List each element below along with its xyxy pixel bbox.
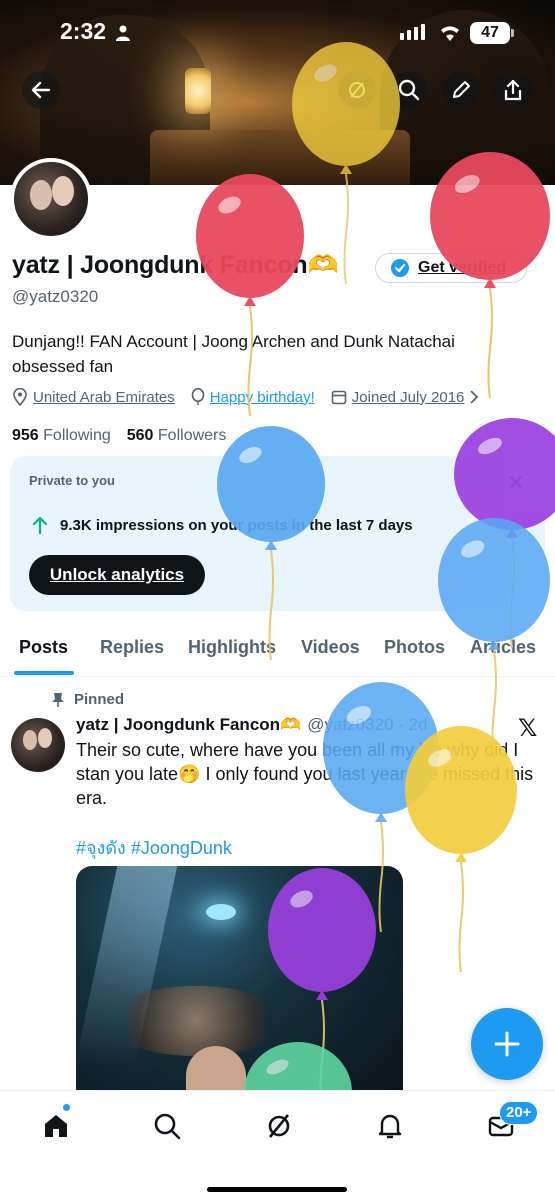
- post-avatar[interactable]: [11, 718, 65, 772]
- pin-icon: [52, 692, 64, 707]
- meta-joined[interactable]: Joined July 2016: [331, 389, 480, 406]
- balloon-icon: [191, 388, 205, 405]
- birthday-link[interactable]: Happy birthday!: [210, 389, 315, 406]
- tab-posts[interactable]: Posts: [19, 637, 68, 658]
- profile-name: yatz | Joongdunk Fancon🫶: [12, 251, 339, 279]
- grok-icon: [349, 82, 365, 98]
- unlock-analytics-button[interactable]: Unlock analytics: [29, 555, 205, 595]
- impressions-text: 9.3K impressions on your posts in the la…: [60, 516, 413, 534]
- balloon: [196, 174, 304, 417]
- back-button[interactable]: [22, 71, 60, 109]
- search-icon: [398, 79, 420, 101]
- grok-icon: [268, 1114, 290, 1138]
- following-link[interactable]: 956 Following: [12, 427, 111, 445]
- battery-indicator: 47: [470, 22, 514, 44]
- status-bar: 2:32 47: [0, 0, 555, 64]
- post-handle-time: @yatz0320 · 2d: [307, 715, 428, 734]
- back-arrow-icon: [31, 81, 51, 99]
- home-icon: [45, 1115, 67, 1137]
- active-tab-indicator: [14, 671, 74, 675]
- calendar-icon: [331, 390, 347, 405]
- messages-badge: 20+: [499, 1101, 539, 1125]
- tab-replies[interactable]: Replies: [100, 637, 164, 658]
- tab-videos[interactable]: Videos: [301, 637, 360, 658]
- profile-avatar[interactable]: [10, 158, 92, 240]
- wifi-icon: [441, 26, 459, 41]
- bottom-navigation: 20+: [0, 1090, 555, 1200]
- profile-handle: @yatz0320: [12, 287, 99, 306]
- location-text: United Arab Emirates: [33, 388, 175, 406]
- banner-table: [150, 130, 410, 185]
- pinned-indicator: Pinned: [52, 691, 124, 708]
- meta-location: United Arab Emirates: [12, 388, 175, 406]
- edit-button[interactable]: [442, 71, 480, 109]
- banner-lamp: [185, 68, 211, 114]
- pinned-label: Pinned: [74, 691, 125, 708]
- search-icon: [154, 1113, 181, 1140]
- profile-tabs: Posts Replies Highlights Videos Photos A…: [0, 629, 555, 677]
- tab-articles[interactable]: Articles: [470, 637, 536, 658]
- tab-photos[interactable]: Photos: [384, 637, 445, 658]
- post-media[interactable]: [76, 866, 403, 1106]
- followers-link[interactable]: 560 Followers: [127, 427, 227, 445]
- grok-button[interactable]: [338, 71, 376, 109]
- profile-bio: Dunjang!! FAN Account | Joong Archen and…: [12, 332, 455, 376]
- bell-icon: [378, 1114, 402, 1139]
- nav-notifications[interactable]: [373, 1109, 407, 1143]
- follow-stats: 956 Following 560 Followers: [12, 427, 226, 445]
- nav-grok[interactable]: [262, 1109, 296, 1143]
- impressions-row: 9.3K impressions on your posts in the la…: [32, 516, 413, 534]
- analytics-card: Private to you ✕ 9.3K impressions on you…: [10, 456, 545, 611]
- tab-highlights[interactable]: Highlights: [188, 637, 276, 658]
- plus-icon: [494, 1031, 520, 1057]
- cellular-signal-icon: [400, 24, 425, 40]
- edit-icon: [453, 81, 470, 98]
- share-icon: [504, 79, 522, 101]
- chevron-right-icon: [470, 390, 479, 404]
- status-time: 2:32: [60, 18, 107, 44]
- post-author[interactable]: yatz | Joongdunk Fancon🫶 @yatz0320 · 2d: [76, 715, 428, 735]
- location-pin-icon: [13, 388, 27, 406]
- arrow-up-icon: [32, 516, 48, 534]
- compose-button[interactable]: [471, 1008, 543, 1080]
- profile-meta: United Arab Emirates Happy birthday! Joi…: [12, 388, 495, 406]
- home-indicator: [207, 1187, 347, 1192]
- share-button[interactable]: [494, 71, 532, 109]
- person-icon: [116, 25, 130, 41]
- nav-search[interactable]: [150, 1109, 184, 1143]
- get-verified-label: Get verified: [418, 259, 507, 276]
- home-notification-dot: [62, 1103, 71, 1112]
- joined-text: Joined July 2016: [351, 388, 465, 406]
- meta-birthday[interactable]: Happy birthday!: [191, 388, 315, 406]
- post-text: Their so cute, where have you been all m…: [76, 740, 534, 808]
- get-verified-button[interactable]: Get verified: [375, 253, 527, 283]
- verified-badge-icon: [391, 259, 409, 277]
- post-hashtags[interactable]: #จุงดัง #JoongDunk: [76, 833, 232, 862]
- nav-home[interactable]: [39, 1109, 73, 1143]
- search-button[interactable]: [390, 71, 428, 109]
- close-icon[interactable]: ✕: [507, 470, 525, 496]
- private-label: Private to you: [29, 473, 115, 488]
